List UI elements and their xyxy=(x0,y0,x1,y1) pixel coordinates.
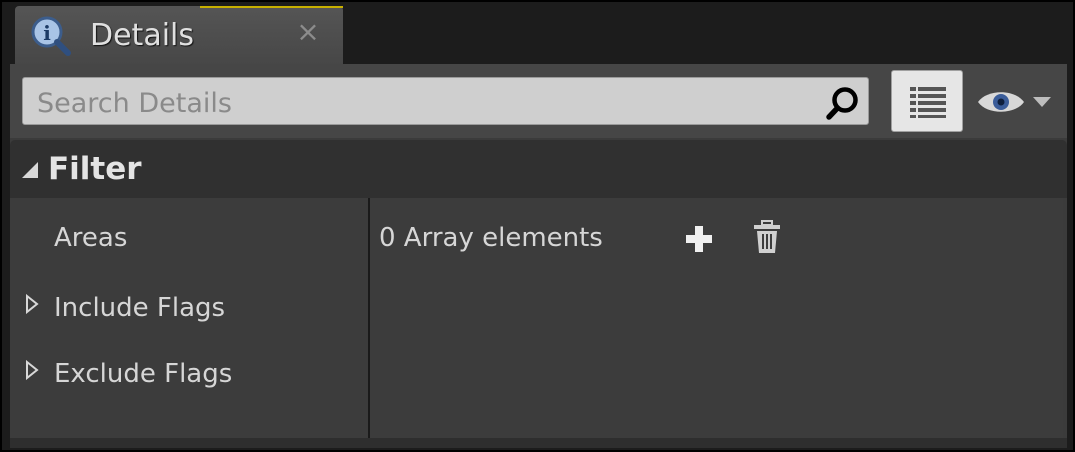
svg-text:i: i xyxy=(43,21,51,45)
details-toolbar xyxy=(10,64,1067,138)
filter-properties: Areas Include Flags Exclude Flags 0 Arra… xyxy=(10,198,1063,438)
tab-bar: i Details × xyxy=(2,2,1073,64)
trash-icon[interactable] xyxy=(752,220,782,254)
filter-category-header[interactable]: Filter xyxy=(10,140,1067,198)
eye-icon[interactable] xyxy=(975,84,1057,120)
plus-icon[interactable] xyxy=(684,224,714,254)
search-input[interactable] xyxy=(35,84,819,122)
array-element-count: 0 Array elements xyxy=(379,223,603,253)
tab-label: Details xyxy=(90,18,195,53)
tab-details[interactable]: i Details × xyxy=(15,6,343,64)
exclude-flags-label[interactable]: Exclude Flags xyxy=(54,358,232,390)
list-view-icon xyxy=(910,87,946,118)
collapse-arrow-icon[interactable] xyxy=(20,160,40,180)
details-magnifier-icon: i xyxy=(31,16,71,56)
search-icon[interactable] xyxy=(825,85,861,121)
include-flags-label[interactable]: Include Flags xyxy=(54,292,225,324)
tab-active-indicator xyxy=(200,6,343,8)
details-body: Filter Areas Include Flags Exclude Flags… xyxy=(10,64,1067,448)
view-options-button[interactable] xyxy=(891,70,963,132)
expand-arrow-icon[interactable] xyxy=(24,360,40,380)
areas-label: Areas xyxy=(54,223,128,253)
panel-bottom-edge xyxy=(10,438,1067,448)
column-divider[interactable] xyxy=(368,198,370,438)
filter-title: Filter xyxy=(48,151,142,187)
search-box[interactable] xyxy=(22,77,869,125)
expand-arrow-icon[interactable] xyxy=(24,294,40,314)
close-icon[interactable]: × xyxy=(295,18,321,46)
details-panel-window: i Details × Search Details Filter Areas … xyxy=(0,0,1075,452)
